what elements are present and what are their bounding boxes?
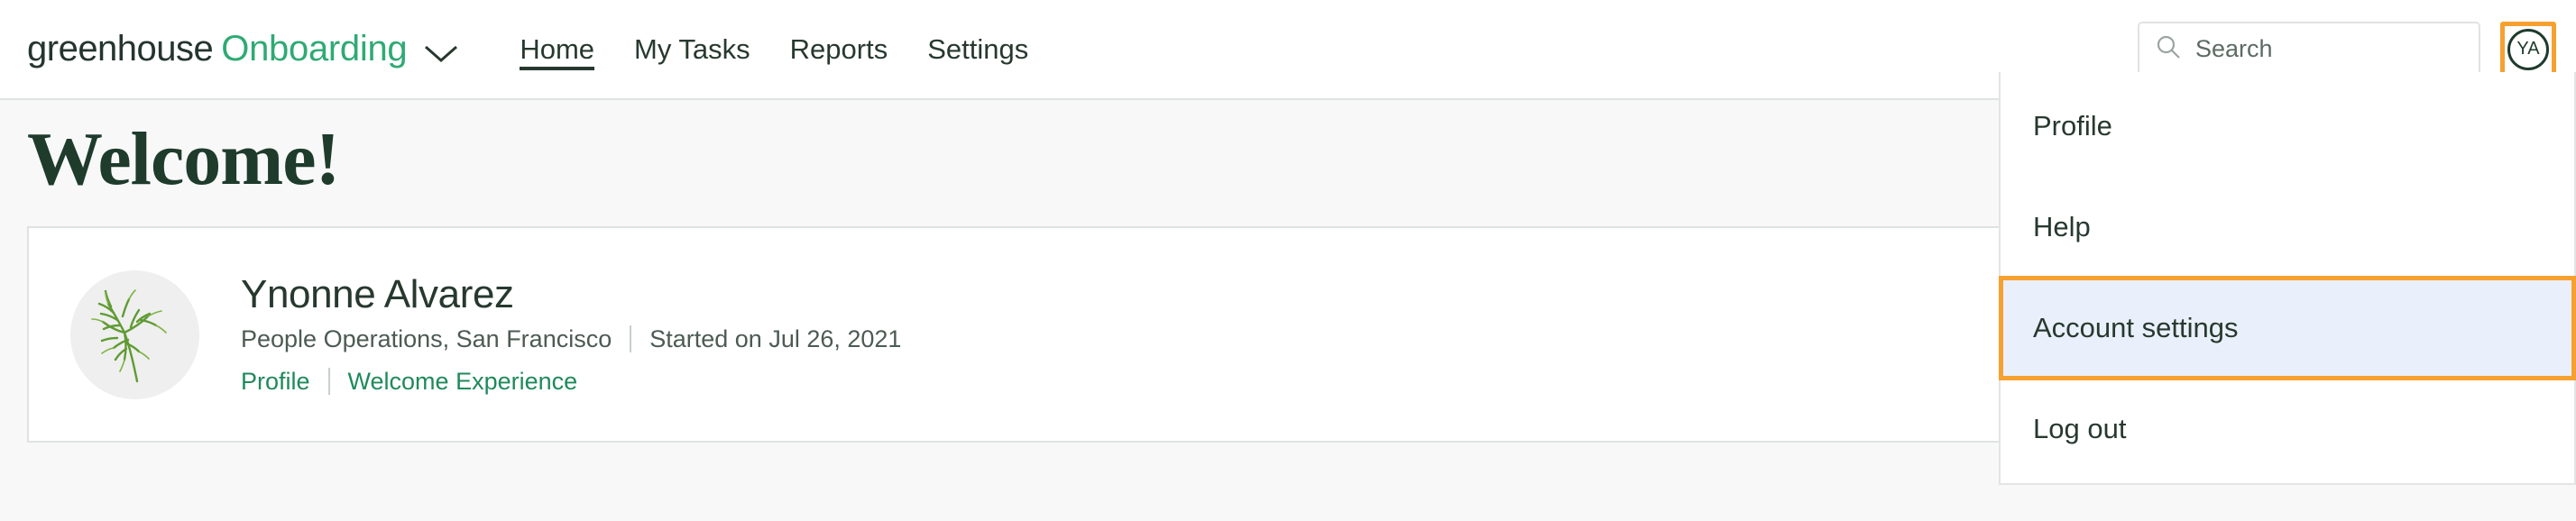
menu-item-account-settings-label: Account settings xyxy=(2033,312,2239,343)
employee-start-date: Started on Jul 26, 2021 xyxy=(649,325,902,352)
employee-department-location: People Operations, San Francisco xyxy=(241,325,612,352)
employee-meta: People Operations, San Francisco Started… xyxy=(241,321,901,358)
divider xyxy=(630,325,632,353)
menu-item-help[interactable]: Help xyxy=(2001,177,2574,278)
top-navigation-bar: greenhouse Onboarding Home My Tasks Repo… xyxy=(0,0,2576,485)
chevron-down-icon[interactable] xyxy=(423,42,459,64)
employee-info: Ynonne Alvarez People Operations, San Fr… xyxy=(241,270,901,399)
nav-item-settings-label: Settings xyxy=(927,33,1029,65)
search-input[interactable]: Search xyxy=(2195,35,2273,63)
search-icon xyxy=(2156,34,2181,64)
search-box[interactable]: Search xyxy=(2138,21,2480,78)
link-profile[interactable]: Profile xyxy=(241,363,310,400)
brand-name-primary: greenhouse xyxy=(27,29,214,69)
main-nav: Home My Tasks Reports Settings xyxy=(500,0,1048,98)
menu-item-log-out-label: Log out xyxy=(2033,413,2127,444)
avatar-initials: YA xyxy=(2516,39,2540,59)
menu-item-account-settings[interactable]: Account settings xyxy=(1999,276,2576,380)
nav-item-settings[interactable]: Settings xyxy=(907,0,1048,99)
avatar: YA xyxy=(2507,28,2549,70)
employee-links: Profile Welcome Experience xyxy=(241,363,901,400)
menu-item-profile-label: Profile xyxy=(2033,110,2112,142)
sprig-plant-icon xyxy=(70,270,199,399)
account-dropdown-menu: Profile Help Account settings Log out xyxy=(1999,72,2576,485)
employee-name: Ynonne Alvarez xyxy=(241,272,514,316)
nav-item-reports[interactable]: Reports xyxy=(770,0,908,99)
nav-item-reports-label: Reports xyxy=(789,33,888,65)
nav-item-my-tasks[interactable]: My Tasks xyxy=(614,0,770,99)
brand-name-secondary: Onboarding xyxy=(221,29,408,69)
nav-item-home-label: Home xyxy=(520,33,595,65)
account-avatar-button[interactable]: YA xyxy=(2500,21,2556,78)
nav-item-my-tasks-label: My Tasks xyxy=(634,33,750,65)
menu-item-log-out[interactable]: Log out xyxy=(2001,379,2574,480)
brand-logo[interactable]: greenhouse Onboarding xyxy=(27,29,459,69)
top-bar-right-cluster: Search YA xyxy=(2138,21,2576,78)
link-welcome-experience[interactable]: Welcome Experience xyxy=(348,363,578,400)
divider xyxy=(327,367,330,395)
menu-item-profile[interactable]: Profile xyxy=(2001,76,2574,177)
menu-item-help-label: Help xyxy=(2033,211,2091,242)
nav-item-home[interactable]: Home xyxy=(500,0,614,99)
